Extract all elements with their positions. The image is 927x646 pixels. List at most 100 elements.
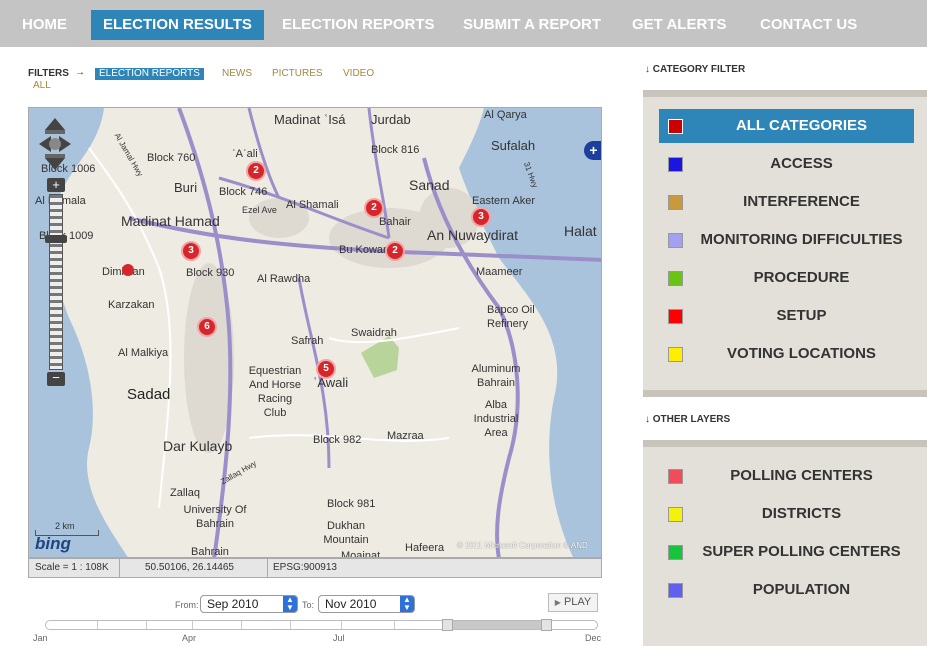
category-filter-title[interactable]: ↓ CATEGORY FILTER (645, 64, 745, 75)
layer-districts[interactable]: DISTRICTS (659, 497, 914, 531)
from-date-select[interactable]: Sep 2010 ▲ ▼ (200, 595, 298, 613)
place-label: Zallaq (170, 487, 200, 499)
place-label: Bahrain (191, 546, 229, 558)
filter-video[interactable]: VIDEO (343, 68, 374, 79)
category-interference[interactable]: INTERFERENCE (659, 185, 914, 219)
place-label: Safrah (291, 335, 324, 347)
filter-news[interactable]: NEWS (222, 68, 252, 79)
report-cluster-marker[interactable]: 5 (316, 359, 336, 379)
report-cluster-marker[interactable]: 3 (471, 207, 491, 227)
zoom-in-button[interactable]: + (47, 178, 65, 192)
zoom-slider-handle[interactable] (45, 235, 67, 243)
other-layers-title-text: OTHER LAYERS (652, 414, 731, 425)
place-label: Bapco Oil Refinery (487, 304, 535, 330)
zoom-out-button[interactable]: − (47, 371, 65, 386)
report-cluster-marker[interactable]: 6 (197, 317, 217, 337)
place-label: Dar Kulayb (163, 438, 233, 454)
category-monitoring-difficulties[interactable]: MONITORING DIFFICULTIES (659, 223, 914, 257)
map-view[interactable]: Madinat ʿIsá Jurdab Al Qarya Sufalah Blo… (28, 107, 602, 558)
layer-color-swatch (668, 583, 683, 598)
map-copyright: © 2011 Microsoft Corporation © AND (457, 541, 588, 550)
play-button[interactable]: ▶ PLAY (548, 593, 598, 612)
map-coordinates-text: 50.50106, 26.14465 (145, 562, 234, 573)
zoom-slider-track[interactable] (49, 194, 63, 370)
timeline-month-label: Jul (333, 633, 345, 643)
category-label: INTERFERENCE (743, 193, 860, 210)
timeline-month-label: Dec (585, 633, 602, 643)
top-navigation: HOME ELECTION RESULTS ELECTION REPORTS S… (0, 0, 927, 47)
timeline-tick (241, 621, 242, 629)
place-label: Eastern Aker (472, 195, 535, 207)
filter-election-reports[interactable]: ELECTION REPORTS (95, 68, 204, 80)
place-label: Block 930 (186, 267, 235, 279)
layer-population[interactable]: POPULATION (659, 573, 914, 607)
timeline-selected-range (447, 621, 547, 629)
layer-switcher-plus-icon[interactable]: + (584, 141, 601, 160)
nav-home[interactable]: HOME (10, 10, 79, 40)
layer-label: POLLING CENTERS (730, 467, 873, 484)
layer-color-swatch (668, 507, 683, 522)
category-label: VOTING LOCATIONS (727, 345, 876, 362)
timeline-tick (192, 621, 193, 629)
report-cluster-marker[interactable]: 3 (181, 241, 201, 261)
place-label: Hafeera (405, 542, 445, 554)
to-date-select[interactable]: Nov 2010 ▲ ▼ (318, 595, 415, 613)
to-label: To: (302, 600, 315, 610)
nav-election-reports[interactable]: ELECTION REPORTS (270, 10, 447, 40)
place-label: Buri (174, 180, 198, 195)
category-color-swatch (668, 233, 683, 248)
map-projection-text: EPSG:900913 (273, 562, 337, 573)
filter-pictures[interactable]: PICTURES (272, 68, 323, 79)
report-marker[interactable] (122, 264, 134, 276)
pan-control[interactable] (37, 116, 73, 172)
road-label: Ezel Ave (242, 205, 277, 215)
arrow-right-icon: → (75, 67, 85, 78)
pan-down-icon (45, 158, 65, 170)
play-label: PLAY (563, 596, 592, 608)
other-layers-title[interactable]: ↓ OTHER LAYERS (645, 414, 730, 425)
from-date-value: Sep 2010 (207, 597, 259, 611)
select-arrows-icon: ▲ ▼ (283, 596, 297, 612)
place-label: Aluminum Bahrain (471, 363, 521, 389)
nav-election-results[interactable]: ELECTION RESULTS (91, 10, 264, 40)
layer-polling-centers[interactable]: POLLING CENTERS (659, 459, 914, 493)
category-color-swatch (668, 157, 683, 172)
place-label: Al Qarya (484, 109, 527, 121)
place-label: University Of Bahrain (183, 504, 247, 530)
timeline-tick (290, 621, 291, 629)
place-label: Block 760 (147, 152, 196, 164)
bing-logo: bing (35, 534, 71, 553)
timeline-end-handle[interactable] (541, 619, 552, 631)
nav-submit-report[interactable]: SUBMIT A REPORT (451, 10, 613, 40)
category-procedure[interactable]: PROCEDURE (659, 261, 914, 295)
place-label: Al Malkiya (118, 347, 169, 359)
place-label: Swaidrah (351, 327, 397, 339)
nav-get-alerts[interactable]: GET ALERTS (620, 10, 738, 40)
report-cluster-marker[interactable]: 2 (364, 198, 384, 218)
category-voting-locations[interactable]: VOTING LOCATIONS (659, 337, 914, 371)
place-label: Madinat Hamad (121, 213, 220, 229)
place-label: Block 981 (327, 498, 376, 510)
filters-label: FILTERS (28, 68, 69, 79)
place-label: Maameer (476, 266, 523, 278)
filter-all[interactable]: ALL (33, 80, 51, 91)
category-setup[interactable]: SETUP (659, 299, 914, 333)
category-access[interactable]: ACCESS (659, 147, 914, 181)
nav-contact-us[interactable]: CONTACT US (748, 10, 869, 40)
place-label: Block 746 (219, 186, 268, 198)
category-all[interactable]: ALL CATEGORIES (659, 109, 914, 143)
place-label: Al Shamali (286, 199, 339, 211)
report-cluster-marker[interactable]: 2 (246, 161, 266, 181)
category-label: ACCESS (770, 155, 833, 172)
category-label: SETUP (776, 307, 827, 324)
place-label: Madinat ʿIsá (274, 112, 346, 127)
layer-super-polling-centers[interactable]: SUPER POLLING CENTERS (659, 535, 914, 569)
timeline-start-handle[interactable] (442, 619, 453, 631)
category-color-swatch (668, 347, 683, 362)
report-cluster-marker[interactable]: 2 (385, 241, 405, 261)
place-label: Al Rawdha (257, 273, 311, 285)
arrow-down-icon: ↓ (645, 64, 650, 75)
place-label: Sufalah (491, 138, 536, 153)
map-scale-text: Scale = 1 : 108K (35, 562, 109, 573)
from-label: From: (175, 600, 199, 610)
